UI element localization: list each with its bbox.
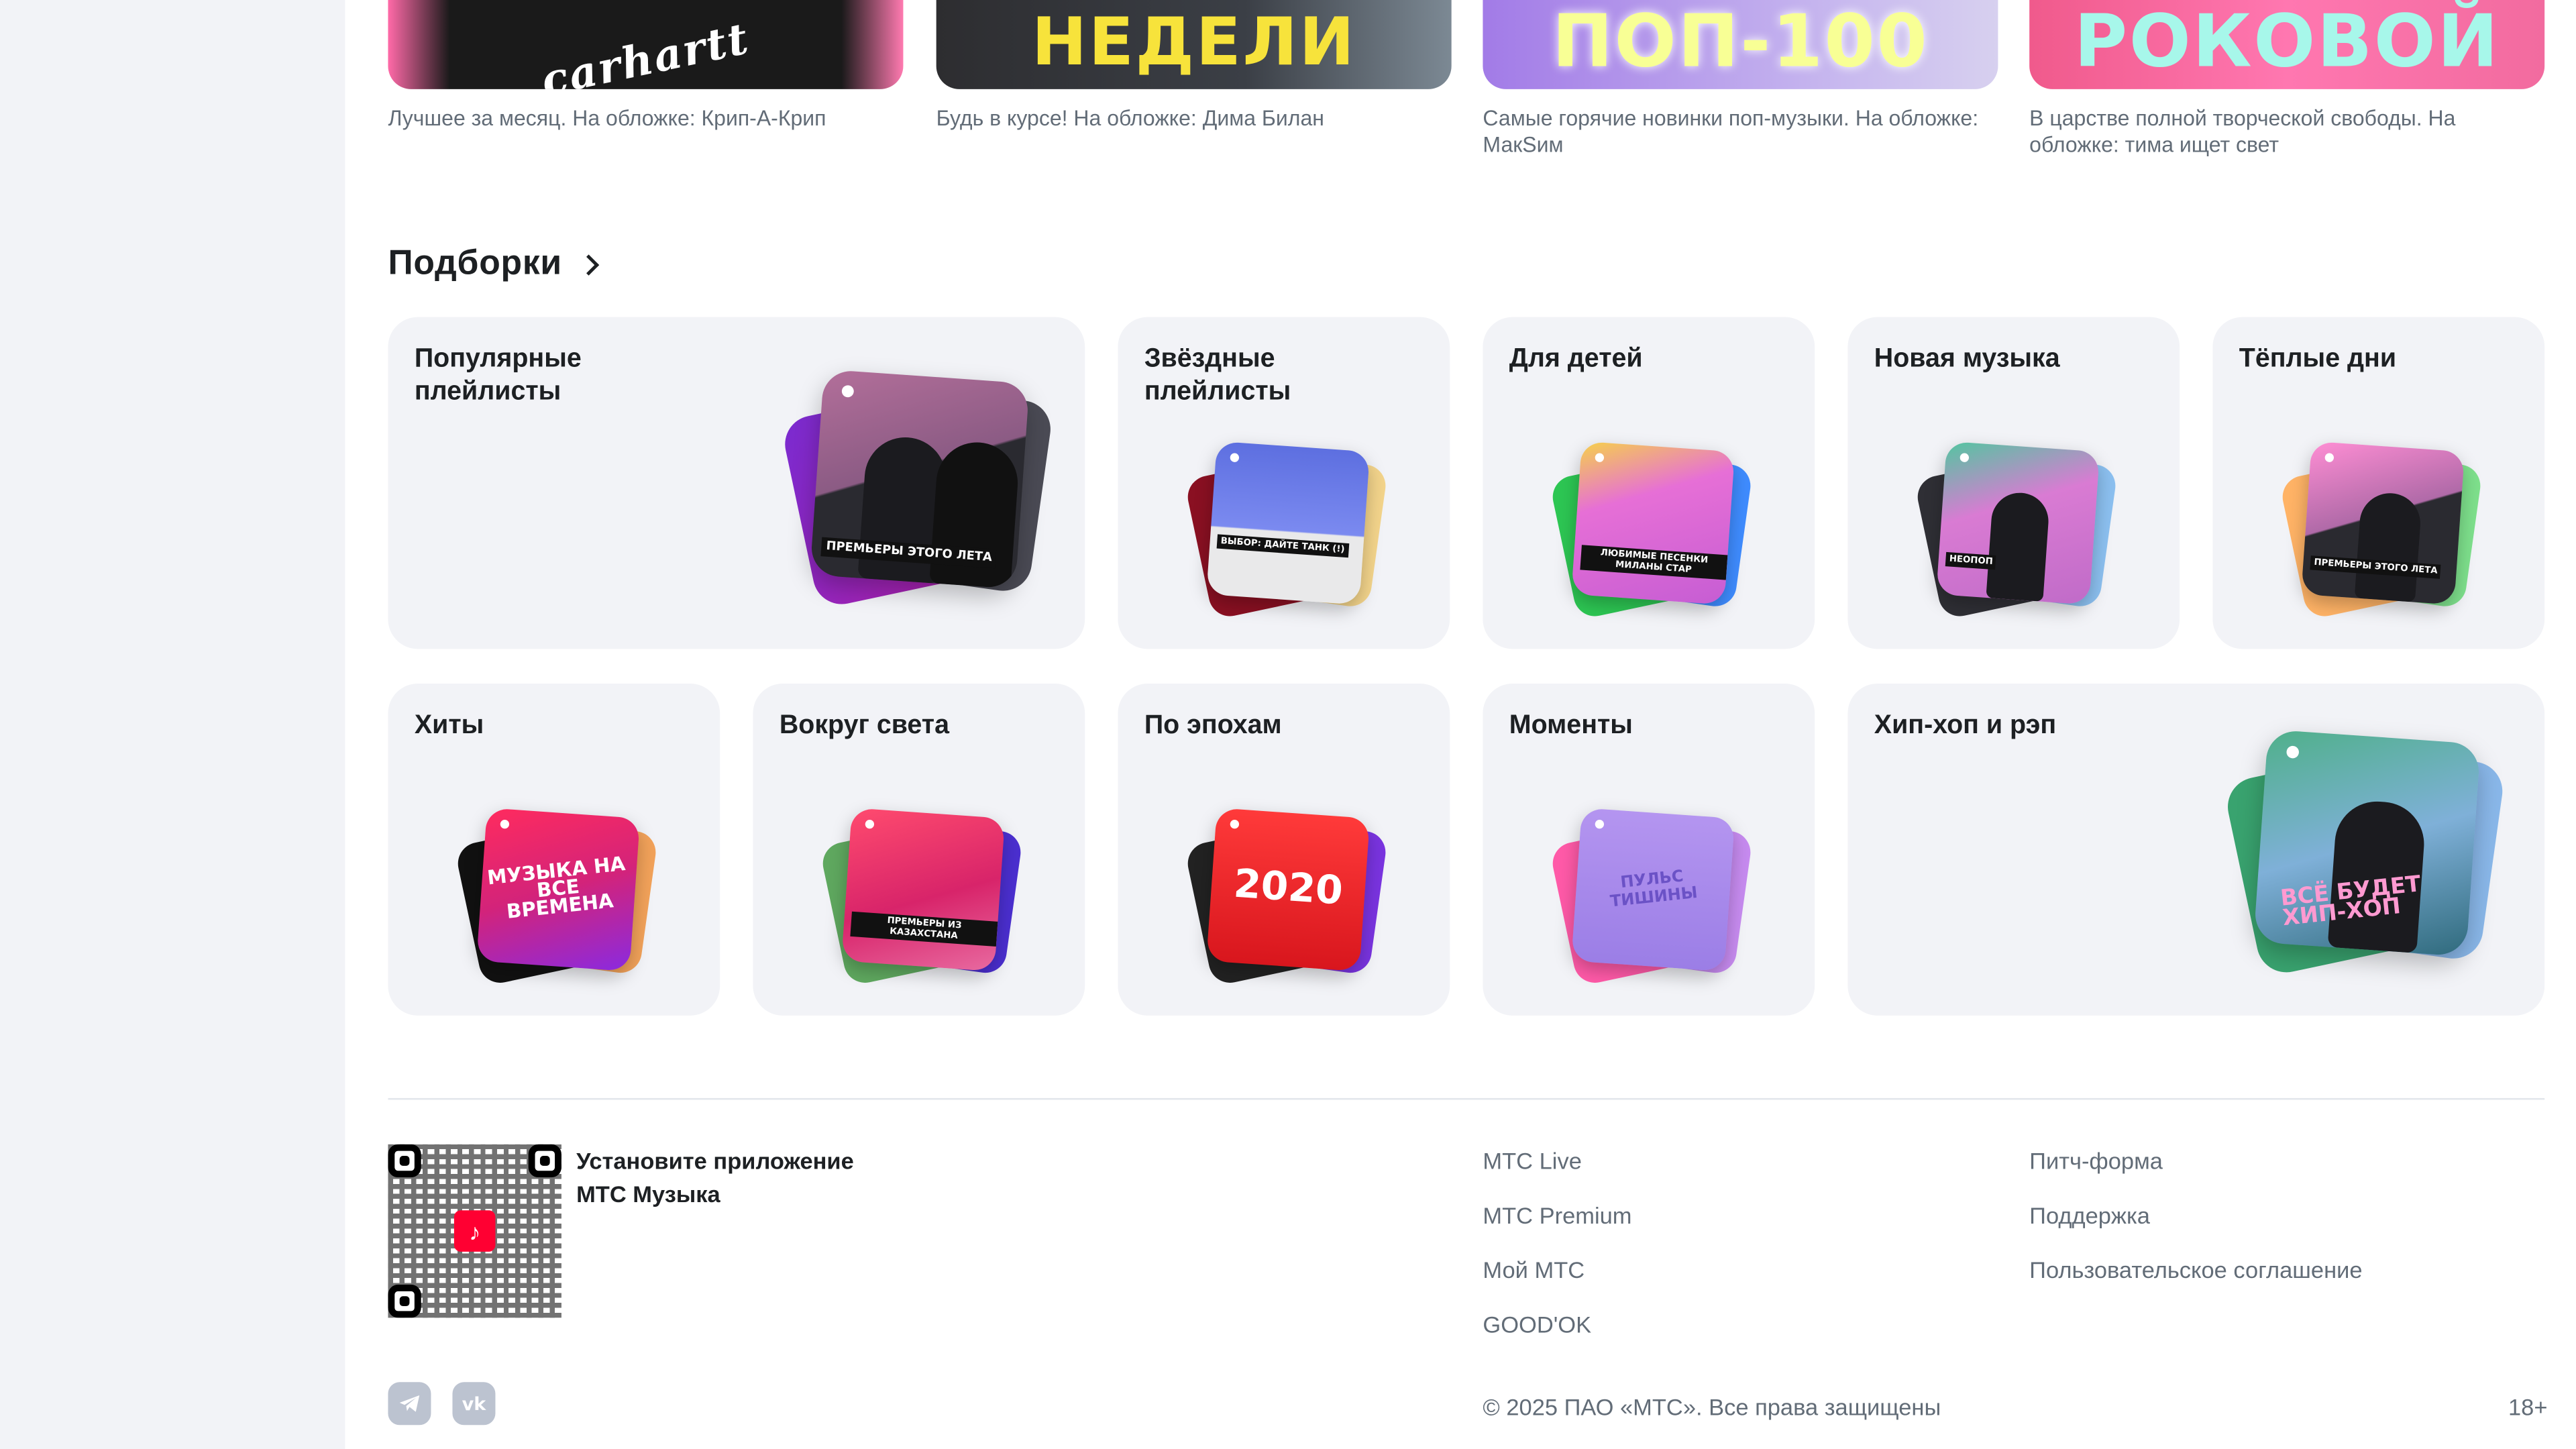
footer-link-pitch-form[interactable]: Питч-форма xyxy=(2029,1144,2362,1177)
telegram-icon[interactable] xyxy=(388,1382,431,1426)
footer-divider xyxy=(388,1097,2545,1100)
footer-links-col2: Питч-форма Поддержка Пользовательское со… xyxy=(2029,1144,2362,1287)
footer-link-mts-live[interactable]: МТС Live xyxy=(1483,1144,1631,1177)
card-title: Новая музыка xyxy=(1874,345,2060,374)
footer-link-support[interactable]: Поддержка xyxy=(2029,1199,2362,1232)
collection-card-stars[interactable]: Звёздные плейлисты ВЫБОР: ДАЙТЕ ТАНК (!) xyxy=(1118,317,1450,649)
collection-card-hiphop[interactable]: Хип-хоп и рэп ВСЁ БУДЕТ ХИП-ХОП xyxy=(1847,684,2545,1016)
cover-label: МУЗЫКА НА ВСЕ ВРЕМЕНА xyxy=(486,852,627,924)
collection-card-moments[interactable]: Моменты ПУЛЬС ТИШИНЫ xyxy=(1483,684,1815,1016)
card-title: Вокруг света xyxy=(779,711,950,740)
footer-links-col1: МТС Live МТС Premium Мой МТС GOOD'OK xyxy=(1483,1144,1631,1341)
collection-card-warm-days[interactable]: Тёплые дни ПРЕМЬЕРЫ ЭТОГО ЛЕТА xyxy=(2212,317,2545,649)
collection-card-new-music[interactable]: Новая музыка НЕОПОП xyxy=(1847,317,2180,649)
release-description: Самые горячие новинки поп-музыки. На обл… xyxy=(1483,105,1979,157)
footer-link-mts-premium[interactable]: МТС Premium xyxy=(1483,1199,1631,1232)
cover-text: РОКОВОЙ xyxy=(2074,0,2500,85)
card-title: По эпохам xyxy=(1144,711,1282,740)
release-card[interactable]: НЕДЕЛИ Будь в курсе! На обложке: Дима Би… xyxy=(936,0,1452,132)
release-description: Лучшее за месяц. На обложке: Крип-А-Крип xyxy=(388,105,826,131)
release-cover[interactable]: ПОП-100 xyxy=(1483,0,1998,89)
main-content: carhartt Лучшее за месяц. На обложке: Кр… xyxy=(345,0,2576,1449)
cover-label: 2020 xyxy=(1232,863,1344,915)
cover-stack: ПРЕМЬЕРЫ ЭТОГО ЛЕТА xyxy=(780,366,1055,610)
cover-label: ВЫБОР: ДАЙТЕ ТАНК (!) xyxy=(1216,534,1349,558)
cover-stack: ВСЁ БУДЕТ ХИП-ХОП xyxy=(2222,727,2506,978)
copyright-text: © 2025 ПАО «МТС». Все права защищены xyxy=(1483,1393,1941,1420)
release-cover[interactable]: НЕДЕЛИ xyxy=(936,0,1452,89)
footer-link-my-mts[interactable]: Мой МТС xyxy=(1483,1253,1631,1286)
install-app-text: Установите приложение МТС Музыка xyxy=(576,1147,854,1208)
release-description: В царстве полной творческой свободы. На … xyxy=(2029,105,2456,157)
cover-label: НЕОПОП xyxy=(1945,551,1997,570)
release-cover[interactable]: РОКОВОЙ xyxy=(2029,0,2545,89)
chevron-right-icon xyxy=(578,254,600,275)
card-title: Хиты xyxy=(414,711,484,740)
collection-card-hits[interactable]: Хиты МУЗЫКА НА ВСЕ ВРЕМЕНА xyxy=(388,684,720,1016)
card-title: Тёплые дни xyxy=(2239,345,2397,374)
mts-music-logo-icon: ♪ xyxy=(453,1210,496,1252)
section-title-text: Подборки xyxy=(388,244,562,282)
cover-stack: НЕОПОП xyxy=(1913,439,2118,621)
cover-label: ПУЛЬС ТИШИНЫ xyxy=(1609,868,1699,912)
footer-link-goodok[interactable]: GOOD'OK xyxy=(1483,1308,1631,1341)
card-title: Хип-хоп и рэп xyxy=(1874,711,2057,740)
vk-icon[interactable]: vk xyxy=(452,1382,496,1426)
collection-card-kids[interactable]: Для детей ЛЮБИМЫЕ ПЕСЕНКИ МИЛАНЫ СТАР xyxy=(1483,317,1815,649)
collection-card-popular[interactable]: Популярные плейлисты ПРЕМЬЕРЫ ЭТОГО ЛЕТА xyxy=(388,317,1085,649)
cover-label: ЛЮБИМЫЕ ПЕСЕНКИ МИЛАНЫ СТАР xyxy=(1580,545,1728,580)
cover-text: НЕДЕЛИ xyxy=(1031,5,1356,81)
collections-section-title[interactable]: Подборки xyxy=(388,244,600,284)
collection-card-world[interactable]: Вокруг света ПРЕМЬЕРЫ ИЗ КАЗАХСТАНА xyxy=(753,684,1085,1016)
card-title: Для детей xyxy=(1509,345,1643,374)
release-description: Будь в курсе! На обложке: Дима Билан xyxy=(936,105,1324,131)
cover-stack: МУЗЫКА НА ВСЕ ВРЕМЕНА xyxy=(453,806,659,987)
release-card[interactable]: ПОП-100 Самые горячие новинки поп-музыки… xyxy=(1483,0,1998,158)
footer-link-user-agreement[interactable]: Пользовательское соглашение xyxy=(2029,1253,2362,1286)
cover-stack: ПУЛЬС ТИШИНЫ xyxy=(1548,806,1754,987)
cover-stack: ПРЕМЬЕРЫ ИЗ КАЗАХСТАНА xyxy=(818,806,1024,987)
release-card[interactable]: carhartt Лучшее за месяц. На обложке: Кр… xyxy=(388,0,904,132)
release-card[interactable]: РОКОВОЙ В царстве полной творческой своб… xyxy=(2029,0,2545,158)
cover-stack: ПРЕМЬЕРЫ ЭТОГО ЛЕТА xyxy=(2278,439,2483,621)
cover-text: ПОП-100 xyxy=(1552,0,1929,85)
app-qr-code: ♪ xyxy=(388,1144,561,1318)
cover-label: ВСЁ БУДЕТ ХИП-ХОП xyxy=(2279,873,2422,933)
cover-label: ПРЕМЬЕРЫ ИЗ КАЗАХСТАНА xyxy=(850,911,998,947)
card-title: Популярные плейлисты xyxy=(414,345,582,407)
sidebar xyxy=(0,0,345,1449)
card-title: Моменты xyxy=(1509,711,1633,740)
cover-stack: ВЫБОР: ДАЙТЕ ТАНК (!) xyxy=(1183,439,1389,621)
cover-stack: 2020 xyxy=(1183,806,1389,987)
collection-card-eras[interactable]: По эпохам 2020 xyxy=(1118,684,1450,1016)
release-cover[interactable]: carhartt xyxy=(388,0,904,89)
cover-text: carhartt xyxy=(537,15,755,89)
cover-stack: ЛЮБИМЫЕ ПЕСЕНКИ МИЛАНЫ СТАР xyxy=(1548,439,1754,621)
age-rating: 18+ xyxy=(2508,1393,2548,1420)
card-title: Звёздные плейлисты xyxy=(1144,345,1291,407)
